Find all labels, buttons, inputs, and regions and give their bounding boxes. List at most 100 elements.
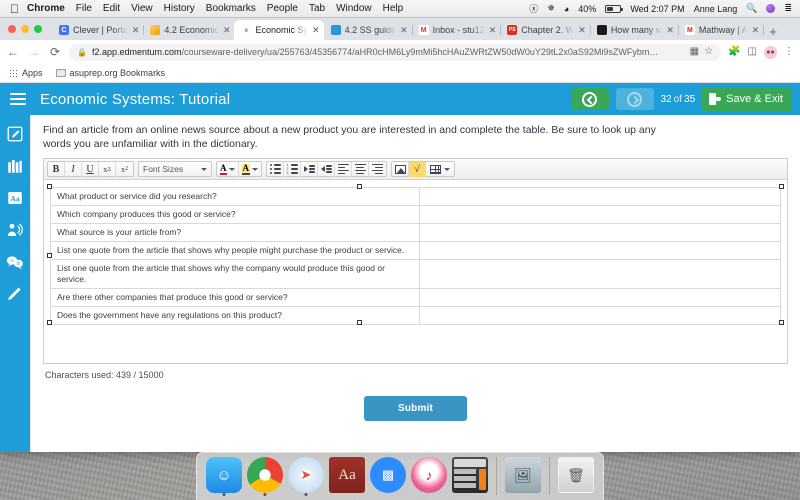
trash-icon[interactable]: 🗑 [558,457,594,493]
close-window-button[interactable] [8,25,16,33]
browser-tab-ss-guide[interactable]: 🌐 4.2 SS guide ✕ [324,20,412,40]
browser-tab-gmail-inbox[interactable]: M Inbox - stu12 ✕ [412,20,501,40]
underline-button[interactable]: U [82,162,99,177]
sidebar-item-translate[interactable]: A文 [4,251,26,273]
save-and-exit-button[interactable]: Save & Exit [702,87,792,111]
answer-cell[interactable] [419,188,780,206]
superscript-button[interactable]: x2 [99,162,116,177]
insert-table-button[interactable] [426,162,454,177]
table-row[interactable]: What source is your article from? [51,224,781,242]
browser-tab-economic-doc[interactable]: 4.2 Economic ✕ [143,20,234,40]
chevron-down-icon[interactable] [229,168,235,171]
table-row[interactable]: List one quote from the article that sho… [51,260,781,289]
screen-lock-icon[interactable]: ⓧ [529,2,538,15]
question-table[interactable]: What product or service did you research… [50,187,781,325]
cast-icon[interactable]: ◫ [748,47,757,57]
table-resize-handle-top-center[interactable] [357,184,362,189]
table-resize-handle-top-right[interactable] [779,184,784,189]
browser-tab-economic-systems[interactable]: e Economic Sy ✕ [234,20,323,40]
previous-page-button[interactable] [571,88,609,110]
answer-cell[interactable] [419,242,780,260]
align-right-button[interactable] [369,162,386,177]
sidebar-item-notes[interactable] [4,123,26,145]
answer-cell[interactable] [419,289,780,307]
decrease-indent-button[interactable] [318,162,335,177]
reload-icon[interactable]: ⟳ [48,46,62,58]
table-row[interactable]: Which company produces this good or serv… [51,206,781,224]
menu-item-chrome[interactable]: Chrome [27,3,65,14]
answer-cell[interactable] [419,206,780,224]
new-tab-button[interactable]: + [763,25,783,40]
table-row[interactable]: List one quote from the article that sho… [51,242,781,260]
extensions-puzzle-icon[interactable]: 🧩 [728,47,740,57]
question-cell[interactable]: Does the government have any regulations… [51,307,420,325]
menu-item-view[interactable]: View [131,3,153,14]
close-tab-icon[interactable]: ✕ [223,26,231,35]
close-tab-icon[interactable]: ✕ [132,26,140,35]
sidebar-item-read-aloud[interactable] [4,219,26,241]
table-resize-handle-bottom-center[interactable] [357,320,362,325]
table-row[interactable]: Are there other companies that produce t… [51,289,781,307]
menu-item-edit[interactable]: Edit [103,3,120,14]
align-left-button[interactable] [335,162,352,177]
subscript-button[interactable]: x2 [116,162,133,177]
close-tab-icon[interactable]: ✕ [578,26,586,35]
minimize-window-button[interactable] [21,25,29,33]
back-icon[interactable]: ← [6,46,20,58]
menu-hamburger-icon[interactable] [0,93,36,105]
zoom-icon[interactable]: ▩ [370,457,406,493]
question-cell[interactable]: List one quote from the article that sho… [51,242,420,260]
bookmark-star-icon[interactable]: ☆ [704,47,713,57]
align-center-button[interactable] [352,162,369,177]
forward-icon[interactable]: → [27,46,41,58]
qr-code-icon[interactable]: ▦ [690,47,699,57]
font-sizes-dropdown[interactable]: Font Sizes [138,161,212,177]
chrome-menu-icon[interactable]: ⋮ [784,47,794,57]
bluetooth-icon[interactable]: ✵ [547,3,555,14]
editor-empty-area[interactable] [50,325,781,363]
table-resize-handle-top-left[interactable] [47,184,52,189]
menu-item-history[interactable]: History [164,3,195,14]
address-bar[interactable]: 🔒 f2.app.edmentum.com/courseware-deliver… [69,44,721,61]
editor-canvas[interactable]: What product or service did you research… [44,180,787,363]
close-tab-icon[interactable]: ✕ [312,26,320,35]
insert-math-button[interactable]: √ [409,162,426,177]
profile-avatar[interactable]: ●● [764,46,777,59]
browser-tab-chapter-2[interactable]: PS Chapter 2. W ✕ [500,20,590,40]
apple-logo-icon[interactable]:  [10,3,19,15]
sidebar-item-library[interactable] [4,155,26,177]
insert-image-button[interactable] [392,162,409,177]
wifi-icon[interactable]: ◕ [564,4,569,14]
browser-tab-clever[interactable]: C Clever | Porta ✕ [52,20,143,40]
user-name-label[interactable]: Anne Lang [694,4,738,14]
menu-item-people[interactable]: People [267,3,298,14]
battery-icon[interactable] [605,5,621,13]
submit-button[interactable]: Submit [364,396,467,421]
browser-tab-how-many[interactable]: How many w ✕ [590,20,678,40]
safari-icon[interactable]: ➤ [288,457,324,493]
itunes-icon[interactable]: ♪ [411,457,447,493]
table-resize-handle-middle-left[interactable] [47,253,52,258]
next-page-button[interactable] [616,88,654,110]
menu-item-help[interactable]: Help [383,3,404,14]
calculator-icon[interactable] [452,457,488,493]
preview-icon[interactable]: 🖼 [505,457,541,493]
control-center-icon[interactable]: ≣ [784,3,792,14]
dictionary-icon[interactable]: Aa [329,457,365,493]
answer-cell[interactable] [419,260,780,289]
highlight-color-button[interactable]: A [239,162,262,177]
close-tab-icon[interactable]: ✕ [400,26,408,35]
menu-item-file[interactable]: File [76,3,92,14]
close-tab-icon[interactable]: ✕ [666,26,674,35]
sidebar-item-dictionary[interactable]: Aa [4,187,26,209]
increase-indent-button[interactable] [301,162,318,177]
text-color-button[interactable]: A [217,162,239,177]
menu-item-tab[interactable]: Tab [309,3,325,14]
siri-icon[interactable] [766,4,775,13]
table-row[interactable]: Does the government have any regulations… [51,307,781,325]
chevron-down-icon[interactable] [444,168,450,171]
table-row[interactable]: What product or service did you research… [51,188,781,206]
bookmark-asuprep[interactable]: asuprep.org Bookmarks [56,68,166,78]
chevron-down-icon[interactable] [252,168,258,171]
browser-tab-mathway[interactable]: M Mathway | A ✕ [678,20,763,40]
